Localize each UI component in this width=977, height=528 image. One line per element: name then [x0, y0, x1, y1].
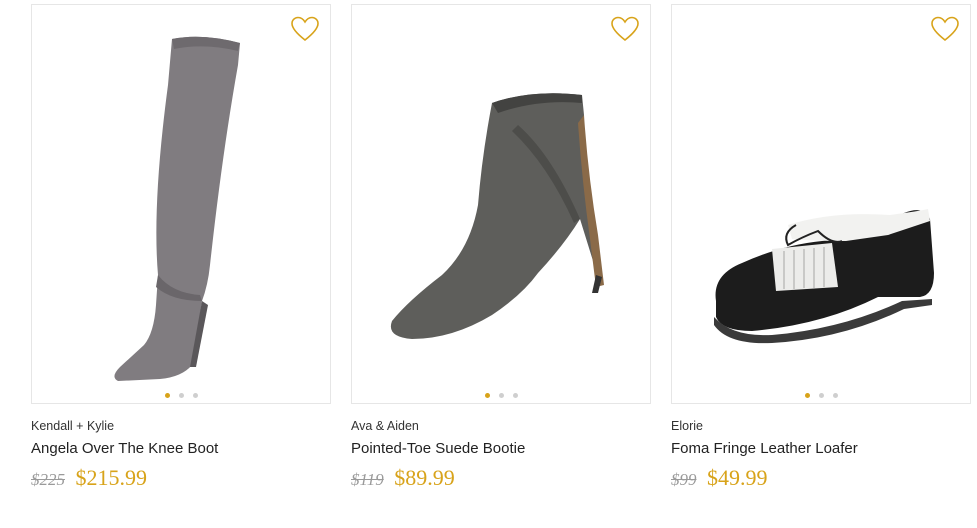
carousel-dots — [352, 393, 650, 401]
product-card[interactable]: Elorie Foma Fringe Leather Loafer $99 $4… — [671, 4, 971, 493]
product-name[interactable]: Pointed-Toe Suede Bootie — [351, 439, 651, 459]
carousel-dot[interactable] — [818, 393, 824, 398]
product-grid: Kendall + Kylie Angela Over The Knee Boo… — [0, 0, 977, 528]
original-price: $119 — [351, 470, 384, 489]
carousel-dot[interactable] — [484, 393, 490, 398]
product-name[interactable]: Foma Fringe Leather Loafer — [671, 439, 971, 459]
sale-price: $215.99 — [75, 465, 147, 490]
carousel-dot[interactable] — [804, 393, 810, 398]
original-price: $225 — [31, 470, 65, 489]
sale-price: $49.99 — [706, 465, 768, 490]
product-brand[interactable]: Ava & Aiden — [351, 418, 651, 434]
product-name[interactable]: Angela Over The Knee Boot — [31, 439, 331, 459]
product-card[interactable]: Ava & Aiden Pointed-Toe Suede Bootie $11… — [351, 4, 651, 493]
price-row: $119 $89.99 — [351, 465, 651, 493]
product-card[interactable]: Kendall + Kylie Angela Over The Knee Boo… — [31, 4, 331, 493]
fringe-loafer-image[interactable] — [672, 5, 970, 403]
carousel-dot[interactable] — [832, 393, 838, 398]
carousel-dot[interactable] — [164, 393, 170, 398]
original-price: $99 — [671, 470, 697, 489]
carousel-dots — [672, 393, 970, 401]
product-image-box[interactable] — [671, 4, 971, 404]
product-image-box[interactable] — [31, 4, 331, 404]
price-row: $99 $49.99 — [671, 465, 971, 493]
carousel-dot[interactable] — [192, 393, 198, 398]
carousel-dots — [32, 393, 330, 401]
price-row: $225 $215.99 — [31, 465, 331, 493]
heart-icon[interactable] — [930, 15, 960, 43]
product-brand[interactable]: Kendall + Kylie — [31, 418, 331, 434]
carousel-dot[interactable] — [512, 393, 518, 398]
product-image-box[interactable] — [351, 4, 651, 404]
sale-price: $89.99 — [394, 465, 455, 490]
heart-icon[interactable] — [290, 15, 320, 43]
carousel-dot[interactable] — [498, 393, 504, 398]
product-brand[interactable]: Elorie — [671, 418, 971, 434]
over-the-knee-boot-image[interactable] — [32, 5, 330, 403]
carousel-dot[interactable] — [178, 393, 184, 398]
suede-bootie-image[interactable] — [352, 5, 650, 403]
heart-icon[interactable] — [610, 15, 640, 43]
